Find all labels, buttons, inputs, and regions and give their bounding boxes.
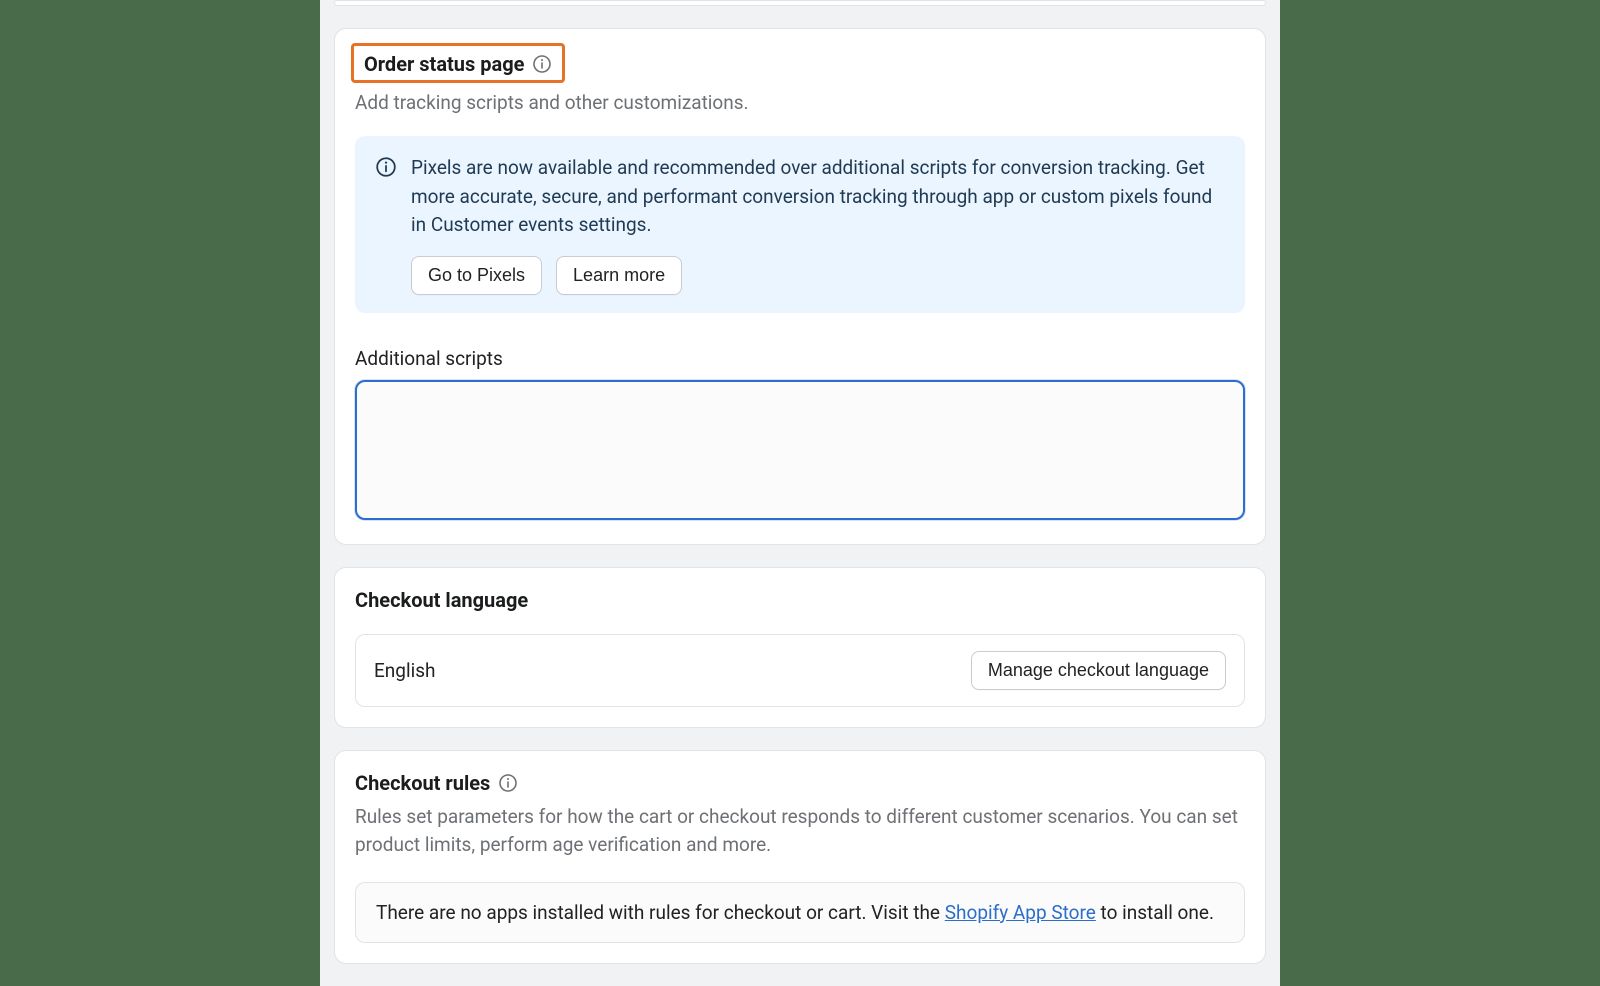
checkout-language-title: Checkout language bbox=[355, 588, 1245, 612]
checkout-rules-title: Checkout rules bbox=[355, 771, 490, 795]
checkout-rules-description: Rules set parameters for how the cart or… bbox=[355, 803, 1245, 860]
order-status-page-card: Order status page Add tracking scripts a… bbox=[334, 28, 1266, 545]
banner-actions: Go to Pixels Learn more bbox=[411, 256, 1225, 295]
order-status-title: Order status page bbox=[364, 52, 524, 76]
previous-card-edge bbox=[334, 0, 1266, 6]
checkout-rules-card: Checkout rules Rules set parameters for … bbox=[334, 750, 1266, 964]
current-language: English bbox=[374, 659, 435, 682]
checkout-rules-empty-state: There are no apps installed with rules f… bbox=[355, 882, 1245, 943]
additional-scripts-label: Additional scripts bbox=[355, 347, 1245, 370]
checkout-language-row: English Manage checkout language bbox=[355, 634, 1245, 707]
additional-scripts-textarea[interactable] bbox=[355, 380, 1245, 520]
empty-text-prefix: There are no apps installed with rules f… bbox=[376, 901, 945, 924]
pixels-info-banner: Pixels are now available and recommended… bbox=[355, 136, 1245, 313]
shopify-app-store-link[interactable]: Shopify App Store bbox=[945, 901, 1096, 924]
go-to-pixels-button[interactable]: Go to Pixels bbox=[411, 256, 542, 295]
banner-body: Pixels are now available and recommended… bbox=[411, 154, 1225, 295]
empty-text-suffix: to install one. bbox=[1096, 901, 1214, 924]
order-status-title-row: Order status page bbox=[351, 43, 565, 83]
banner-text: Pixels are now available and recommended… bbox=[411, 154, 1225, 240]
manage-checkout-language-button[interactable]: Manage checkout language bbox=[971, 651, 1226, 690]
info-icon[interactable] bbox=[532, 54, 552, 74]
checkout-language-card: Checkout language English Manage checkou… bbox=[334, 567, 1266, 728]
settings-scroll-region: Order status page Add tracking scripts a… bbox=[320, 0, 1280, 986]
info-icon[interactable] bbox=[498, 773, 518, 793]
checkout-rules-title-row: Checkout rules bbox=[355, 771, 1245, 795]
order-status-subtitle: Add tracking scripts and other customiza… bbox=[355, 91, 1245, 114]
learn-more-button[interactable]: Learn more bbox=[556, 256, 682, 295]
info-icon bbox=[375, 156, 397, 182]
